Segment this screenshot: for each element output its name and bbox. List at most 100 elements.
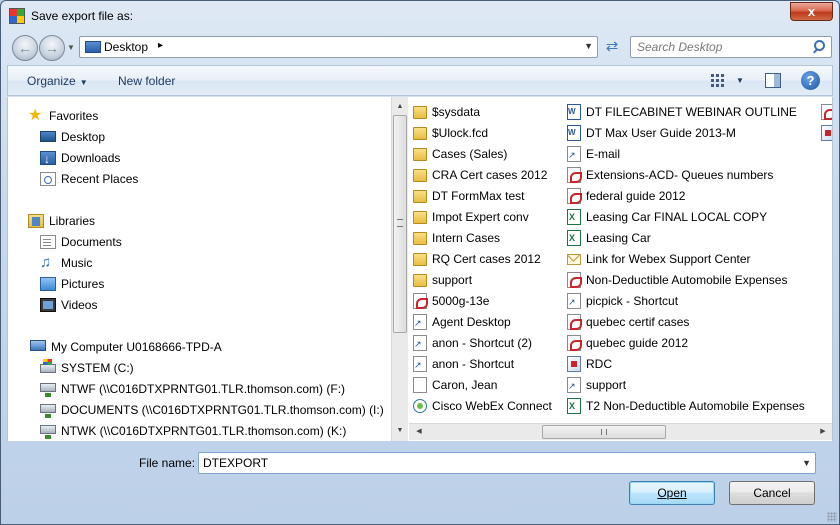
address-dropdown-icon[interactable]: ▼ xyxy=(584,41,593,51)
mail-link-icon xyxy=(567,254,581,265)
file-item-label: Intern Cases xyxy=(432,231,501,245)
cancel-button[interactable]: Cancel xyxy=(729,481,815,505)
filename-combo[interactable]: ▼ xyxy=(198,452,816,474)
file-item-label: 5000g-13e xyxy=(432,294,490,308)
organize-label: Organize xyxy=(27,74,76,88)
recent-locations-dropdown[interactable]: ▼ xyxy=(67,43,75,52)
close-button[interactable]: x xyxy=(790,2,833,21)
file-item-label: Leasing Car xyxy=(586,231,651,245)
pdf-file-icon xyxy=(413,293,428,309)
file-item-label: $sysdata xyxy=(432,105,481,119)
file-item-label: Agent Desktop xyxy=(432,315,511,329)
help-icon[interactable]: ? xyxy=(801,71,820,90)
back-button[interactable]: ← xyxy=(12,35,38,61)
nav-item-label: NTWK (\\C016DTXPRNTG01.TLR.thomson.com) … xyxy=(61,424,347,438)
folder-icon xyxy=(413,127,427,140)
scroll-right-icon[interactable]: ▶ xyxy=(815,424,831,440)
word-document-icon xyxy=(567,123,581,143)
documents-icon xyxy=(40,235,56,249)
search-input[interactable] xyxy=(637,40,807,54)
folder-icon xyxy=(413,211,427,224)
desktop-location-icon xyxy=(85,41,101,53)
file-item-label: Link for Webex Support Center xyxy=(586,252,751,266)
breadcrumb-arrow-icon[interactable]: ▸ xyxy=(158,40,163,51)
breadcrumb-desktop[interactable]: Desktop xyxy=(104,40,148,54)
file-item-label: T2 Non-Deductible Automobile Expenses xyxy=(586,399,805,413)
file-item-label: Caron, Jean xyxy=(432,378,498,392)
refresh-icon[interactable]: ⇄ xyxy=(601,38,623,58)
file-item-label: Leasing Car FINAL LOCAL COPY xyxy=(586,210,768,224)
music-icon: ♫ xyxy=(40,254,52,271)
file-item-label: support xyxy=(586,378,627,392)
nav-item-label: Recent Places xyxy=(61,172,139,186)
webex-icon xyxy=(413,399,427,413)
application-icon xyxy=(821,125,832,141)
computer-icon xyxy=(30,340,46,351)
title-bar: Save export file as: x xyxy=(1,1,839,31)
resize-grip[interactable] xyxy=(827,512,837,522)
nav-item-label: DOCUMENTS (\\C016DTXPRNTG01.TLR.thomson.… xyxy=(61,403,384,417)
folder-icon xyxy=(413,106,427,119)
new-folder-button[interactable]: New folder xyxy=(118,74,175,88)
filename-input[interactable] xyxy=(203,456,793,470)
forward-button[interactable]: → xyxy=(39,35,65,61)
search-icon[interactable] xyxy=(813,40,825,54)
excel-file-icon xyxy=(567,228,581,248)
desktop-icon xyxy=(40,131,56,142)
nav-libraries-label: Libraries xyxy=(49,214,96,228)
navigation-pane: ★ Favorites Desktop Downloads Recent Pla… xyxy=(7,97,391,441)
file-item-label: support xyxy=(432,273,473,287)
libraries-icon xyxy=(28,214,44,228)
file-list: T2 Non-Deductible Automobile Expenses sup… xyxy=(409,97,833,441)
folder-icon xyxy=(413,148,427,161)
pdf-file-icon xyxy=(821,104,832,120)
scroll-left-icon[interactable]: ◀ xyxy=(411,424,427,440)
shortcut-icon xyxy=(413,334,427,354)
nav-computer-label: My Computer U0168666-TPD-A xyxy=(51,340,222,354)
folder-icon xyxy=(413,274,427,287)
scroll-up-icon[interactable]: ▲ xyxy=(392,99,408,115)
horizontal-scrollbar[interactable]: ◀ ▶ xyxy=(409,423,832,440)
scroll-thumb[interactable] xyxy=(393,115,407,333)
address-bar[interactable]: Desktop ▸ ▼ xyxy=(79,36,598,58)
filename-dropdown-icon[interactable]: ▼ xyxy=(802,458,811,468)
pdf-file-icon xyxy=(567,167,582,183)
organize-menu[interactable]: Organize ▼ xyxy=(27,74,88,88)
folder-icon xyxy=(413,169,427,182)
scroll-thumb[interactable] xyxy=(542,425,666,439)
nav-item-label: NTWF (\\C016DTXPRNTG01.TLR.thomson.com) … xyxy=(61,382,346,396)
file-item-label: DT FILECABINET WEBINAR OUTLINE xyxy=(586,105,797,119)
file-item-label: picpick - Shortcut xyxy=(586,294,679,308)
system-drive-icon xyxy=(40,359,56,373)
file-item-label: CRA Cert cases 2012 xyxy=(432,168,548,182)
nav-item-label: Music xyxy=(61,256,93,270)
file-item-label: quebec guide 2012 xyxy=(586,336,689,350)
network-drive-icon xyxy=(40,404,56,418)
star-icon: ★ xyxy=(28,107,43,124)
nav-item-label: SYSTEM (C:) xyxy=(61,361,134,375)
pdf-file-icon xyxy=(567,272,582,288)
file-item-label: federal guide 2012 xyxy=(586,189,686,203)
filename-label: File name: xyxy=(139,456,196,470)
pdf-file-icon xyxy=(567,335,582,351)
excel-file-icon xyxy=(567,396,581,416)
network-drive-icon xyxy=(40,425,56,439)
search-box[interactable] xyxy=(630,36,832,58)
chevron-down-icon: ▼ xyxy=(79,78,88,87)
change-view-icon[interactable] xyxy=(711,74,727,88)
folder-icon xyxy=(413,253,427,266)
excel-file-icon xyxy=(567,207,581,227)
view-options-dropdown-icon[interactable]: ▼ xyxy=(736,76,744,85)
network-drive-icon xyxy=(40,383,56,397)
navigation-scrollbar[interactable]: ▲ ▼ xyxy=(391,97,408,441)
command-bar: Organize ▼ New folder ▼ ? xyxy=(7,65,833,96)
nav-favorites-label: Favorites xyxy=(49,109,99,123)
file-item-label: RQ Cert cases 2012 xyxy=(432,252,541,266)
file-item-label: Cases (Sales) xyxy=(432,147,508,161)
dialog-title: Save export file as: xyxy=(31,9,134,23)
file-item-label: Non-Deductible Automobile Expenses xyxy=(586,273,788,287)
preview-pane-icon[interactable] xyxy=(765,73,781,88)
open-button[interactable]: Open xyxy=(629,481,715,505)
scroll-down-icon[interactable]: ▼ xyxy=(392,423,408,439)
pdf-file-icon xyxy=(567,188,582,204)
